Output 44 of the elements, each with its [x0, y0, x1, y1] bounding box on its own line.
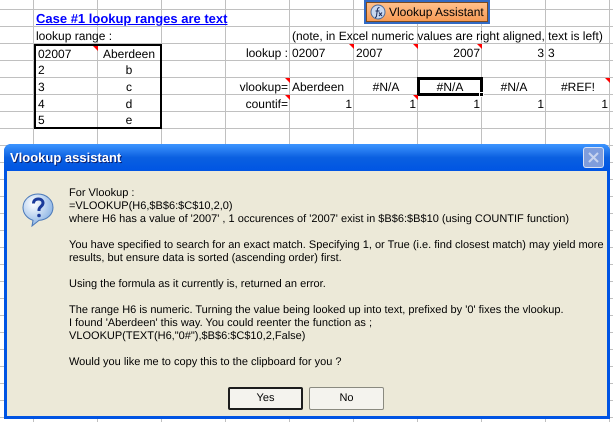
table-cell-text: 2007	[452, 44, 482, 61]
table-cell-text: lookup :	[244, 44, 289, 61]
error-cell-text: #N/A	[372, 78, 400, 95]
error-cell-text: #N/A	[500, 78, 528, 95]
message-paragraph: You have specified to search for an exact match. Specifying 1, or True (i.e. find closest match) may yield more results, but ensure data is sorted (ascending order) first.	[69, 239, 604, 265]
table-cell: 4	[34, 95, 98, 112]
table-cell: Aberdeen	[98, 44, 162, 61]
table-cell-text: 3	[547, 44, 556, 61]
message-paragraph: For Vlookup : =VLOOKUP(H6,$B$6:$C$10,2,0) where H6 has a value of '2007' , 1 occurences of '2007' exist in $B$6:$B$10 (using COUNTIF function)	[69, 187, 570, 226]
table-cell: 02007	[34, 44, 98, 61]
table-cell: 2	[34, 61, 98, 78]
table-cell: c	[98, 78, 162, 95]
table-cell: 3	[34, 78, 98, 95]
table-cell-text: 3	[536, 44, 545, 61]
table-cell-text: lookup range :	[35, 28, 114, 44]
table-cell: 5	[34, 112, 98, 129]
message-paragraph: Using the formula as it currently is, returned an error.	[69, 278, 327, 291]
message-paragraph: Would you like me to copy this to the clipboard for you ?	[69, 356, 342, 369]
table-cell-text: 1	[472, 96, 481, 112]
table-cell-text: (note, in Excel numeric values are right aligned, text is left)	[291, 28, 604, 44]
table-cell: e	[98, 112, 162, 129]
table-cell-text: vlookup=	[238, 78, 290, 95]
message-paragraph: The range H6 is numeric. Turning the value being looked up into text, prefixed by '0' fixes the vlookup. I found 'Aberdeen' this way. You could reenter the function as ; VLOOKUP(TEXT(H6,"0#"),$B$6:$C$10,2,False)	[69, 304, 565, 343]
table-cell-text: 1	[536, 96, 545, 112]
table-cell-text: 1	[408, 95, 418, 112]
table-cell: b	[98, 61, 162, 78]
table-cell: 2007	[354, 44, 418, 61]
table-cell-text: Aberdeen	[291, 78, 346, 95]
table-cell-text: 1	[600, 96, 609, 112]
table-cell: 02007	[290, 44, 354, 61]
vlookup-assistant-button[interactable]: Vlookup Assistant	[366, 2, 488, 22]
sheet-title-link[interactable]: Case #1 lookup ranges are text	[34, 10, 230, 27]
close-icon	[588, 152, 599, 163]
close-button[interactable]	[583, 147, 604, 168]
error-cell: #N/A	[418, 78, 482, 95]
table-cell: d	[98, 95, 162, 112]
table-cell-text: 1	[344, 96, 353, 112]
error-cell: #REF!	[546, 78, 610, 95]
dialog-button[interactable]: Yes	[228, 387, 303, 410]
window-title: Vlookup assistant	[10, 148, 122, 167]
function-icon	[370, 4, 386, 20]
table-cell-text: countif=	[244, 95, 290, 112]
dialog-button[interactable]: No	[309, 387, 384, 410]
question-icon	[22, 193, 54, 227]
